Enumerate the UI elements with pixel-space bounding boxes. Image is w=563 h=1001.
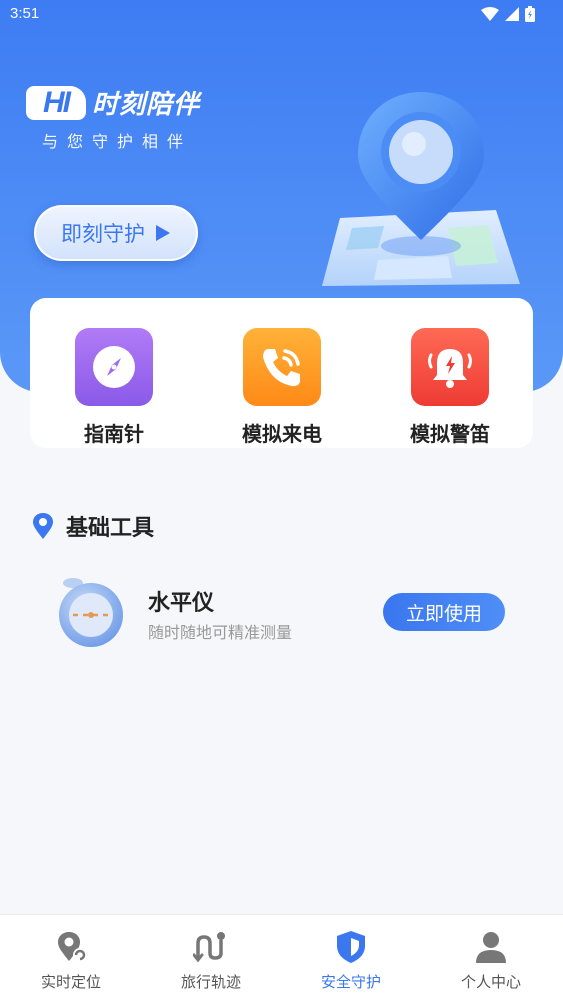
shield-icon: [333, 929, 369, 965]
status-bar: 3:51: [0, 0, 563, 30]
tab-label: 旅行轨迹: [180, 973, 241, 991]
tab-label: 实时定位: [40, 973, 101, 991]
use-now-button[interactable]: 立即使用: [383, 593, 505, 631]
feature-label-fake-call: 模拟来电: [242, 422, 322, 446]
play-arrow-icon: [156, 225, 170, 241]
location-pin-icon: [33, 513, 53, 539]
tab-travel-route[interactable]: 旅行轨迹: [141, 915, 281, 1001]
compass-icon: [75, 328, 153, 406]
location-icon: [53, 929, 89, 965]
logo-mark: HI: [26, 85, 86, 120]
route-icon: [193, 929, 229, 965]
guard-button-label: 即刻守护: [61, 222, 145, 246]
logo-title: 时刻陪伴: [92, 90, 201, 120]
alarm-bell-icon: [411, 328, 489, 406]
tab-label: 安全守护: [320, 973, 381, 991]
section-title: 基础工具: [66, 516, 155, 541]
feature-fake-call[interactable]: 模拟来电: [222, 328, 342, 447]
user-icon: [473, 929, 509, 965]
section-header: 基础工具: [32, 510, 154, 542]
feature-card: 指南针 模拟来电 模拟警笛: [30, 298, 533, 448]
tab-label: 个人中心: [460, 973, 521, 991]
tab-profile[interactable]: 个人中心: [421, 915, 561, 1001]
signal-icon: [505, 7, 519, 21]
tool-description: 随时随地可精准测量: [148, 623, 293, 642]
wifi-icon: [481, 7, 499, 21]
feature-compass[interactable]: 指南针: [54, 328, 174, 447]
tool-name: 水平仪: [148, 591, 215, 616]
map-pin-illustration: [322, 92, 520, 286]
tab-safety-guard[interactable]: 安全守护: [281, 915, 421, 1001]
phone-call-icon: [243, 328, 321, 406]
tool-item-level: 水平仪 随时随地可精准测量 立即使用: [55, 573, 515, 653]
bottom-tab-bar: 实时定位 旅行轨迹 安全守护 个人中心: [0, 914, 563, 1001]
feature-siren[interactable]: 模拟警笛: [390, 328, 510, 447]
feature-label-siren: 模拟警笛: [410, 422, 490, 446]
status-time: 3:51: [10, 5, 40, 22]
slogan: 与您守护相伴: [42, 132, 193, 151]
app-logo: HI 时刻陪伴: [26, 84, 200, 121]
guard-now-button[interactable]: 即刻守护: [34, 205, 198, 261]
battery-icon: [525, 6, 535, 22]
spirit-level-icon: [59, 578, 123, 647]
feature-label-compass: 指南针: [84, 422, 144, 446]
tab-realtime-location[interactable]: 实时定位: [1, 915, 141, 1001]
status-icons: [481, 6, 535, 22]
